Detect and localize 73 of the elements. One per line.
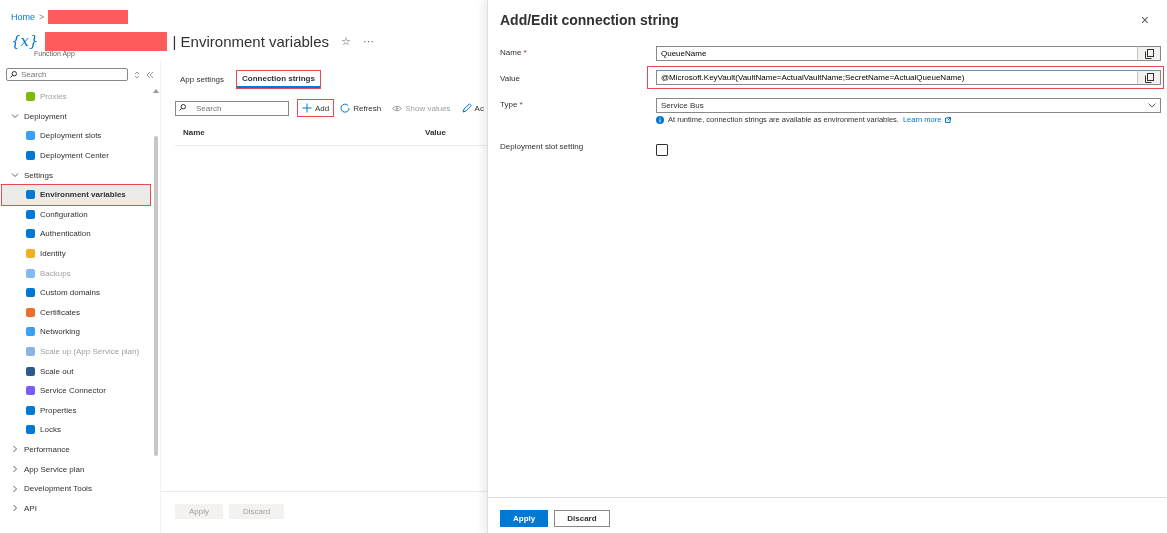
sidebar-item[interactable]: Locks [0, 420, 160, 440]
sidebar-item[interactable]: Custom domains [0, 282, 160, 303]
search-icon [10, 71, 17, 78]
toolbar-button[interactable]: Ac [457, 100, 487, 116]
scrollbar[interactable] [154, 136, 158, 456]
more-icon[interactable]: ··· [363, 35, 374, 47]
field-label: Value [500, 74, 520, 83]
favorite-icon[interactable]: ☆ [341, 34, 351, 48]
breadcrumb-link[interactable]: Home [11, 12, 35, 22]
sidebar-section[interactable]: Settings [0, 165, 160, 185]
copy-button[interactable] [1137, 70, 1161, 85]
sidebar-item[interactable]: Service Connector [0, 380, 160, 401]
chevron-icon [11, 445, 19, 454]
pencil-icon [461, 103, 472, 113]
sidebar-item[interactable]: Properties [0, 400, 160, 421]
chevron-icon [11, 112, 19, 121]
sidebar-item[interactable]: Deployment Center [0, 145, 160, 166]
sidebar-item[interactable]: Identity [0, 243, 160, 264]
sidebar-item[interactable]: Configuration [0, 204, 160, 225]
panel-title: Add/Edit connection string [500, 12, 679, 28]
column-header: Name [183, 128, 206, 137]
scroll-up-icon[interactable] [152, 88, 160, 94]
page-title: | Environment variables [172, 32, 329, 50]
search-field[interactable]: Search [6, 68, 128, 81]
refresh-icon [340, 103, 351, 113]
sidebar-item[interactable]: Certificates [0, 302, 160, 323]
sidebar-item[interactable]: Authentication [0, 224, 160, 244]
field-label: Deployment slot setting [500, 142, 584, 151]
required-mark: * [519, 100, 523, 109]
chevron-icon [11, 504, 19, 513]
chevron-icon [11, 465, 19, 474]
discard-button[interactable]: Discard [554, 510, 610, 527]
plus-icon [302, 103, 312, 113]
text-field[interactable]: @Microsoft.KeyVault(VaultName=ActualVaultName;SecretName=ActualQueueName) [656, 70, 1137, 85]
chevron-icon [1148, 103, 1156, 108]
toolbar-button[interactable]: Add [298, 100, 334, 116]
copy-icon [1144, 72, 1154, 83]
sidebar-section[interactable]: Deployment [0, 106, 160, 127]
field-label: Type [500, 100, 518, 109]
breadcrumb-separator: > [39, 12, 45, 22]
required-mark: * [523, 48, 527, 57]
item-icon [26, 347, 35, 356]
sidebar-item[interactable]: Environment variables [2, 184, 150, 205]
apply-button[interactable]: Apply [500, 510, 549, 527]
external-link-icon [945, 116, 952, 123]
sidebar-section[interactable]: Development Tools [0, 478, 160, 499]
collapse-icon[interactable] [146, 70, 154, 79]
text-field[interactable]: QueueName [656, 46, 1137, 61]
sidebar-item[interactable]: Networking [0, 322, 160, 342]
chevron-icon [11, 171, 19, 180]
sidebar-item[interactable]: Deployment slots [0, 126, 160, 146]
sidebar-section[interactable]: API [0, 498, 160, 519]
field-label: Name [500, 48, 522, 57]
tab[interactable]: Connection strings [237, 70, 320, 88]
search-field[interactable]: Search [175, 100, 289, 116]
copy-button[interactable] [1137, 46, 1161, 61]
tab[interactable]: App settings [175, 71, 230, 87]
search-icon [179, 103, 186, 111]
sidebar-item[interactable]: Scale out [0, 361, 160, 381]
copy-icon [1144, 48, 1154, 59]
sidebar-section[interactable]: Performance [0, 439, 160, 460]
toolbar-button[interactable]: Refresh [336, 100, 386, 116]
sidebar-section[interactable]: App Service plan [0, 459, 160, 479]
sort-icon[interactable] [134, 70, 140, 79]
info-icon [656, 115, 664, 124]
variables-icon: {x} [11, 32, 39, 50]
close-button[interactable]: × [1134, 11, 1155, 29]
checkbox[interactable] [656, 144, 668, 156]
item-icon [26, 92, 35, 102]
chevron-icon [11, 484, 19, 493]
type-dropdown[interactable]: Service Bus [656, 98, 1161, 113]
column-header: Value [425, 128, 446, 137]
eye-icon [392, 104, 403, 112]
